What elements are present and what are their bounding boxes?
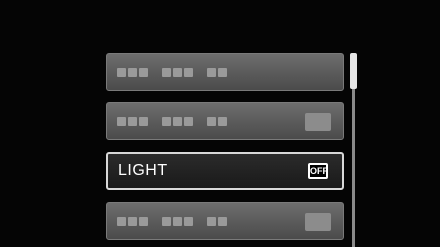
menu-item-4-value-badge xyxy=(305,213,331,231)
menu-item-1-label-placeholder xyxy=(117,68,227,78)
menu-item-2-label-placeholder xyxy=(117,117,227,127)
menu-item-light[interactable]: LIGHT OFF xyxy=(106,152,344,190)
menu-item-2-value-badge xyxy=(305,113,331,131)
menu-item-2[interactable] xyxy=(106,102,344,140)
menu-item-light-label: LIGHT xyxy=(118,162,168,179)
menu-item-4[interactable] xyxy=(106,202,344,240)
off-icon: OFF xyxy=(308,163,328,179)
menu-item-4-label-placeholder xyxy=(117,217,227,227)
menu-item-1[interactable] xyxy=(106,53,344,91)
scrollbar-thumb[interactable] xyxy=(350,53,357,89)
